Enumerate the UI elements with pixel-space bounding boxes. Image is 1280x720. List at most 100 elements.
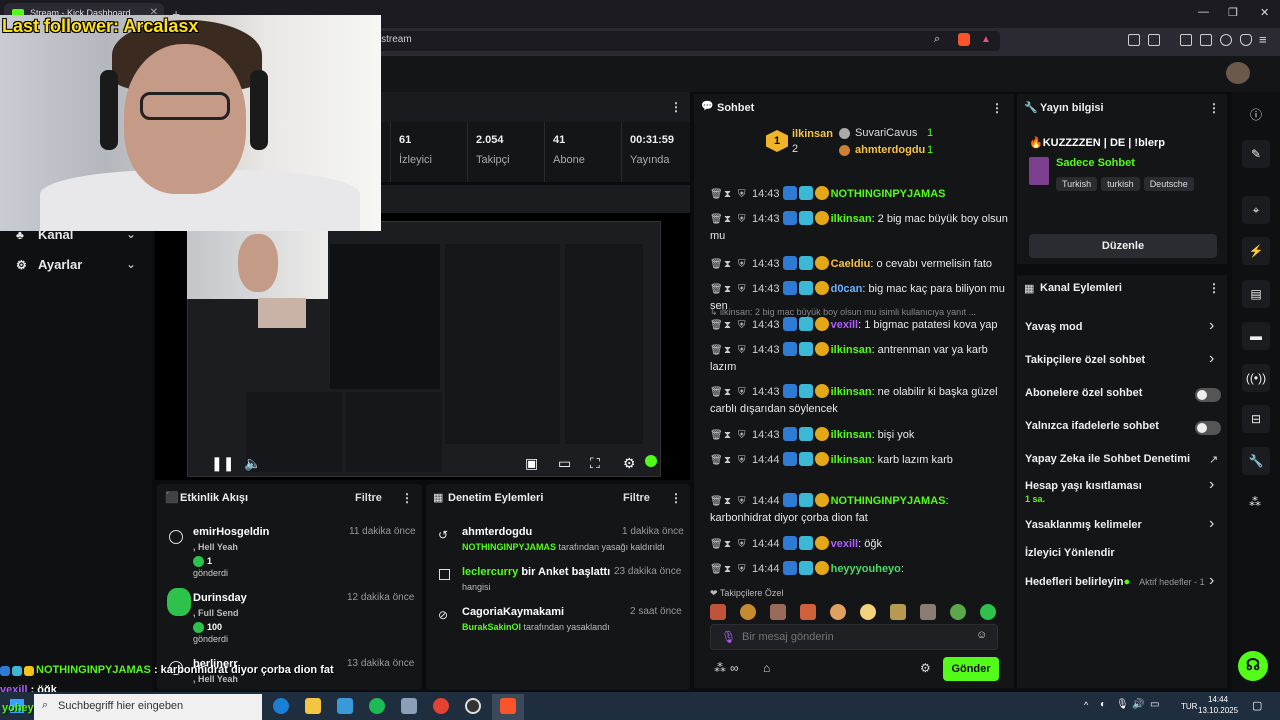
message-username[interactable]: Caeldiu	[831, 258, 871, 270]
pause-icon[interactable]: ❚❚	[211, 455, 234, 472]
close-window-button[interactable]: ✕	[1260, 6, 1269, 19]
input-language[interactable]: TUR	[1181, 702, 1197, 711]
mod-item-actor[interactable]: BurakSakinOl	[462, 622, 521, 632]
emoji-icon[interactable]: ☺	[976, 629, 987, 641]
moderation-filter-button[interactable]: Filtre	[623, 492, 650, 504]
send-button[interactable]: Gönder	[943, 657, 999, 681]
more-options-icon[interactable]: ⋮	[1208, 281, 1220, 295]
info-icon[interactable]: ⓘ	[1250, 106, 1262, 123]
mod-item-name[interactable]: ahmterdogdu	[462, 526, 532, 538]
message-username[interactable]: vexill	[831, 538, 859, 550]
emote[interactable]	[800, 604, 816, 620]
brave-icon[interactable]	[500, 698, 516, 714]
calculator-icon[interactable]	[401, 698, 417, 714]
tray-chevron-icon[interactable]: ^	[1084, 700, 1088, 710]
chat-tools-icon[interactable]: ⁂	[714, 661, 726, 675]
trash-icon[interactable]: 🗑	[710, 186, 723, 203]
pip-icon[interactable]: ▣	[525, 455, 538, 472]
timeout-icon[interactable]: ⧗	[724, 186, 734, 203]
mute-icon[interactable]: 🔈	[244, 455, 261, 472]
emote[interactable]	[950, 604, 966, 620]
trash-icon[interactable]: 🗑	[710, 211, 723, 228]
message-username[interactable]: ilkinsan	[831, 386, 872, 398]
chevron-right-icon[interactable]: ›	[1209, 350, 1214, 368]
emote[interactable]	[830, 604, 846, 620]
spotify-icon[interactable]	[369, 698, 385, 714]
settings-gear-icon[interactable]: ⚙	[623, 455, 636, 472]
channel-action-item[interactable]: Yavaş mod	[1025, 321, 1082, 333]
timeout-icon[interactable]: ⧗	[724, 317, 734, 334]
taskbar-search[interactable]: Suchbegriff hier eingeben	[34, 694, 262, 720]
ban-shield-icon[interactable]: ⛨	[738, 493, 748, 510]
external-link-icon[interactable]: ↗	[1209, 453, 1218, 466]
trash-icon[interactable]: 🗑	[710, 493, 723, 510]
trash-icon[interactable]: 🗑	[710, 317, 723, 334]
notification-icon[interactable]: ▢	[1252, 699, 1262, 712]
document-icon[interactable]: ▤	[1242, 280, 1270, 308]
chrome-icon[interactable]	[433, 698, 449, 714]
user-avatar[interactable]	[1226, 62, 1250, 84]
file-explorer-icon[interactable]	[305, 698, 321, 714]
ban-shield-icon[interactable]: ⛨	[738, 256, 748, 273]
channel-action-item[interactable]: Abonelere özel sohbet	[1025, 387, 1142, 399]
channel-action-item[interactable]: İzleyici Yönlendir	[1025, 547, 1115, 559]
message-username[interactable]: ilkinsan	[831, 213, 872, 225]
vpn-shield-icon[interactable]	[1240, 34, 1252, 46]
support-chat-icon[interactable]: ☊	[1238, 651, 1268, 681]
leader-name[interactable]: ilkinsan	[792, 128, 833, 140]
message-username[interactable]: NOTHINGINPYJAMAS	[831, 495, 946, 507]
channel-action-item[interactable]: Yalnızca ifadelerle sohbet	[1025, 420, 1159, 432]
ban-shield-icon[interactable]: ⛨	[738, 452, 748, 469]
infinity-icon[interactable]: ∞	[730, 661, 739, 675]
wifi-icon[interactable]: ▭	[1150, 699, 1159, 710]
message-username[interactable]: ilkinsan	[831, 454, 872, 466]
tag-chip[interactable]: Turkish	[1056, 177, 1098, 191]
taskbar-clock[interactable]: 14:44 13.10.2025	[1198, 694, 1238, 716]
chat-settings-icon[interactable]: ⚙	[920, 661, 931, 675]
tag-chip[interactable]: Deutsche	[1143, 177, 1194, 191]
trash-icon[interactable]: 🗑	[710, 561, 723, 578]
emote[interactable]	[920, 604, 936, 620]
camera-focus-icon[interactable]: ⌖	[1242, 196, 1270, 224]
chevron-right-icon[interactable]: ›	[1209, 476, 1214, 494]
maximize-button[interactable]: ❐	[1228, 6, 1238, 19]
volume-icon[interactable]: 🔊	[1132, 699, 1144, 710]
emote[interactable]	[890, 604, 906, 620]
channel-action-item[interactable]: Yapay Zeka ile Sohbet Denetimi	[1025, 453, 1190, 465]
toggle-switch[interactable]	[1195, 421, 1221, 435]
timeout-icon[interactable]: ⧗	[724, 493, 734, 510]
feed-item-name[interactable]: Durinsday	[193, 592, 247, 604]
trash-icon[interactable]: 🗑	[710, 427, 723, 444]
apps-icon[interactable]: ⁂	[1249, 495, 1261, 509]
emote[interactable]	[740, 604, 756, 620]
ban-shield-icon[interactable]: ⛨	[738, 317, 748, 334]
chevron-right-icon[interactable]: ›	[1209, 317, 1214, 335]
message-username[interactable]: heyyyouheyo	[831, 563, 901, 575]
feed-item-name[interactable]: emirHosgeldin	[193, 526, 269, 538]
store-icon[interactable]: ⌂	[763, 661, 770, 675]
edit-pencil-icon[interactable]: ✎	[1242, 140, 1270, 168]
timeout-icon[interactable]: ⧗	[724, 536, 734, 553]
search-icon[interactable]: ⌕	[934, 33, 940, 46]
mod-item-name[interactable]: leclercurry	[462, 566, 518, 578]
channel-action-item[interactable]: Takipçilere özel sohbet	[1025, 354, 1145, 366]
chevron-right-icon[interactable]: ›	[1209, 572, 1214, 590]
message-username[interactable]: ilkinsan	[831, 429, 872, 441]
more-options-icon[interactable]: ⋮	[670, 100, 682, 114]
store-app-icon[interactable]	[337, 698, 353, 714]
category-link[interactable]: Sadece Sohbet	[1056, 157, 1135, 169]
trash-icon[interactable]: 🗑	[710, 342, 723, 359]
ban-shield-icon[interactable]: ⛨	[738, 561, 748, 578]
message-username[interactable]: d0can	[831, 283, 863, 295]
more-options-icon[interactable]: ⋮	[670, 491, 682, 505]
brave-rewards-icon[interactable]: ▲	[981, 34, 991, 45]
more-options-icon[interactable]: ⋮	[1208, 101, 1220, 115]
timeout-icon[interactable]: ⧗	[724, 384, 734, 401]
timeout-icon[interactable]: ⧗	[724, 281, 734, 298]
obs-icon[interactable]	[465, 698, 481, 714]
network-icon[interactable]: ◐	[1100, 699, 1106, 710]
wallet-icon[interactable]	[1200, 34, 1212, 46]
ban-shield-icon[interactable]: ⛨	[738, 427, 748, 444]
message-username[interactable]: ilkinsan	[831, 344, 872, 356]
activity-filter-button[interactable]: Filtre	[355, 492, 382, 504]
